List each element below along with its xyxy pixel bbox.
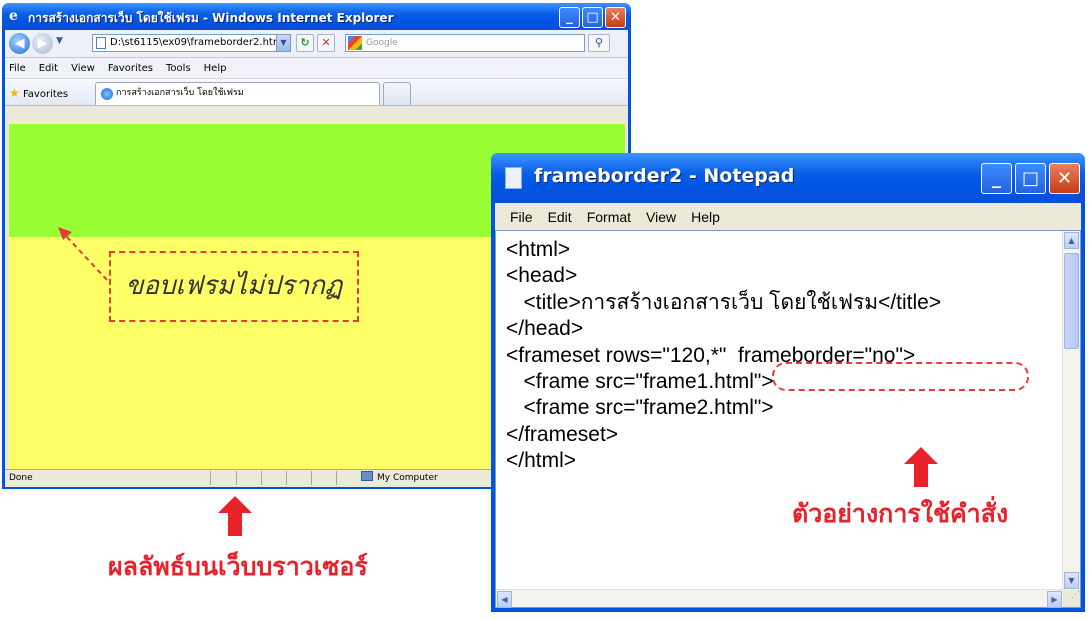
code-line: </html> bbox=[506, 449, 577, 473]
computer-icon bbox=[361, 471, 373, 481]
favorites-label: Favorites bbox=[22, 89, 69, 100]
search-input[interactable]: Google bbox=[345, 34, 585, 52]
new-tab-button[interactable] bbox=[383, 82, 411, 105]
ie-logo-icon: e bbox=[9, 8, 18, 24]
stop-button[interactable]: ✕ bbox=[317, 34, 335, 52]
tab-label: การสร้างเอกสารเว็บ โดยใช้เฟรม bbox=[116, 88, 244, 98]
history-dropdown-icon[interactable]: ▼ bbox=[56, 36, 63, 46]
scroll-thumb[interactable] bbox=[1064, 253, 1079, 349]
code-line: <frame src="frame2.html"> bbox=[506, 396, 774, 420]
notepad-maximize-button[interactable]: □ bbox=[1015, 163, 1046, 194]
code-line: </frameset> bbox=[506, 422, 619, 446]
notepad-minimize-button[interactable]: _ bbox=[981, 163, 1012, 194]
code-line: </head> bbox=[506, 317, 584, 341]
code-text: <html> <head> <title>การสร้างเอกสารเว็บ โ… bbox=[506, 237, 941, 475]
browser-title-bar[interactable]: e การสร้างเอกสารเว็บ โดยใช้เฟรม - Window… bbox=[2, 3, 631, 30]
code-line: <html> bbox=[506, 238, 571, 261]
notepad-title-bar[interactable]: frameborder2 - Notepad _ □ ✕ bbox=[491, 153, 1085, 203]
favorites-button[interactable]: ★ Favorites bbox=[9, 86, 68, 100]
browser-tab[interactable]: การสร้างเอกสารเว็บ โดยใช้เฟรม bbox=[95, 82, 380, 105]
np-menu-format[interactable]: Format bbox=[587, 209, 631, 225]
back-button[interactable]: ◀ bbox=[9, 33, 30, 54]
status-zone-label: My Computer bbox=[377, 473, 438, 483]
scroll-down-button[interactable]: ▼ bbox=[1064, 572, 1079, 589]
frame-border-note: ขอบเฟรมไม่ปรากฏ bbox=[109, 251, 359, 322]
browser-title: การสร้างเอกสารเว็บ โดยใช้เฟรม - Windows … bbox=[28, 11, 394, 25]
address-text: D:\st6115\ex09\frameborder2.htm bbox=[110, 37, 277, 48]
code-caption: ตัวอย่างการใช้คำสั่ง bbox=[792, 499, 1009, 528]
horizontal-scrollbar[interactable]: ◀ ▶ bbox=[496, 589, 1063, 608]
notepad-text-area[interactable]: <html> <head> <title>การสร้างเอกสารเว็บ โ… bbox=[495, 230, 1081, 608]
resize-grip-icon[interactable]: ⋰ bbox=[1063, 590, 1080, 607]
address-toolbar: ◀ ▶ ▼ D:\st6115\ex09\frameborder2.htm ▼ … bbox=[5, 30, 628, 58]
status-divider bbox=[261, 471, 262, 485]
favorites-bar: ★ Favorites การสร้างเอกสารเว็บ โดยใช้เฟร… bbox=[5, 79, 628, 106]
menu-favorites[interactable]: Favorites bbox=[108, 63, 153, 74]
status-text: Done bbox=[9, 473, 33, 483]
menu-view[interactable]: View bbox=[71, 63, 95, 74]
red-up-arrow-icon bbox=[904, 447, 938, 487]
close-button[interactable]: ✕ bbox=[605, 7, 626, 28]
frameborder-highlight bbox=[772, 362, 1029, 391]
address-dropdown-button[interactable]: ▼ bbox=[276, 34, 291, 52]
minimize-button[interactable]: _ bbox=[559, 7, 580, 28]
status-divider bbox=[311, 471, 312, 485]
np-menu-view[interactable]: View bbox=[646, 209, 676, 225]
status-zone: My Computer bbox=[361, 470, 438, 486]
maximize-button[interactable]: □ bbox=[582, 7, 603, 28]
google-icon bbox=[348, 36, 362, 50]
ie-page-icon bbox=[101, 88, 113, 100]
star-icon: ★ bbox=[9, 86, 20, 100]
search-button[interactable]: ⚲ bbox=[588, 34, 610, 52]
notepad-title: frameborder2 - Notepad bbox=[534, 165, 795, 187]
menu-help[interactable]: Help bbox=[204, 63, 227, 74]
np-menu-edit[interactable]: Edit bbox=[548, 209, 572, 225]
notepad-menu-bar: File Edit Format View Help bbox=[495, 203, 1081, 230]
status-divider bbox=[236, 471, 237, 485]
menu-file[interactable]: File bbox=[9, 63, 26, 74]
scroll-left-button[interactable]: ◀ bbox=[497, 591, 512, 608]
refresh-button[interactable]: ↻ bbox=[296, 34, 314, 52]
notepad-icon bbox=[505, 167, 522, 189]
search-placeholder: Google bbox=[366, 38, 398, 48]
page-icon bbox=[96, 37, 106, 49]
np-menu-file[interactable]: File bbox=[510, 209, 533, 225]
menu-tools[interactable]: Tools bbox=[166, 63, 191, 74]
vertical-scrollbar[interactable]: ▲ ▼ bbox=[1062, 231, 1080, 590]
status-divider bbox=[336, 471, 337, 485]
status-divider bbox=[210, 471, 211, 485]
status-divider bbox=[286, 471, 287, 485]
notepad-close-button[interactable]: ✕ bbox=[1049, 163, 1080, 194]
code-line: <head> bbox=[506, 264, 578, 288]
address-bar[interactable]: D:\st6115\ex09\frameborder2.htm bbox=[92, 34, 277, 52]
scroll-right-button[interactable]: ▶ bbox=[1047, 591, 1062, 608]
np-menu-help[interactable]: Help bbox=[691, 209, 720, 225]
code-line: <title>การสร้างเอกสารเว็บ โดยใช้เฟรม</ti… bbox=[506, 290, 942, 314]
scroll-up-button[interactable]: ▲ bbox=[1064, 232, 1079, 249]
forward-button[interactable]: ▶ bbox=[32, 33, 53, 54]
browser-menu-bar: File Edit View Favorites Tools Help bbox=[5, 58, 628, 79]
red-up-arrow-icon bbox=[218, 496, 252, 536]
browser-caption: ผลลัพธ์บนเว็บบราวเซอร์ bbox=[108, 552, 368, 581]
menu-edit[interactable]: Edit bbox=[39, 63, 58, 74]
